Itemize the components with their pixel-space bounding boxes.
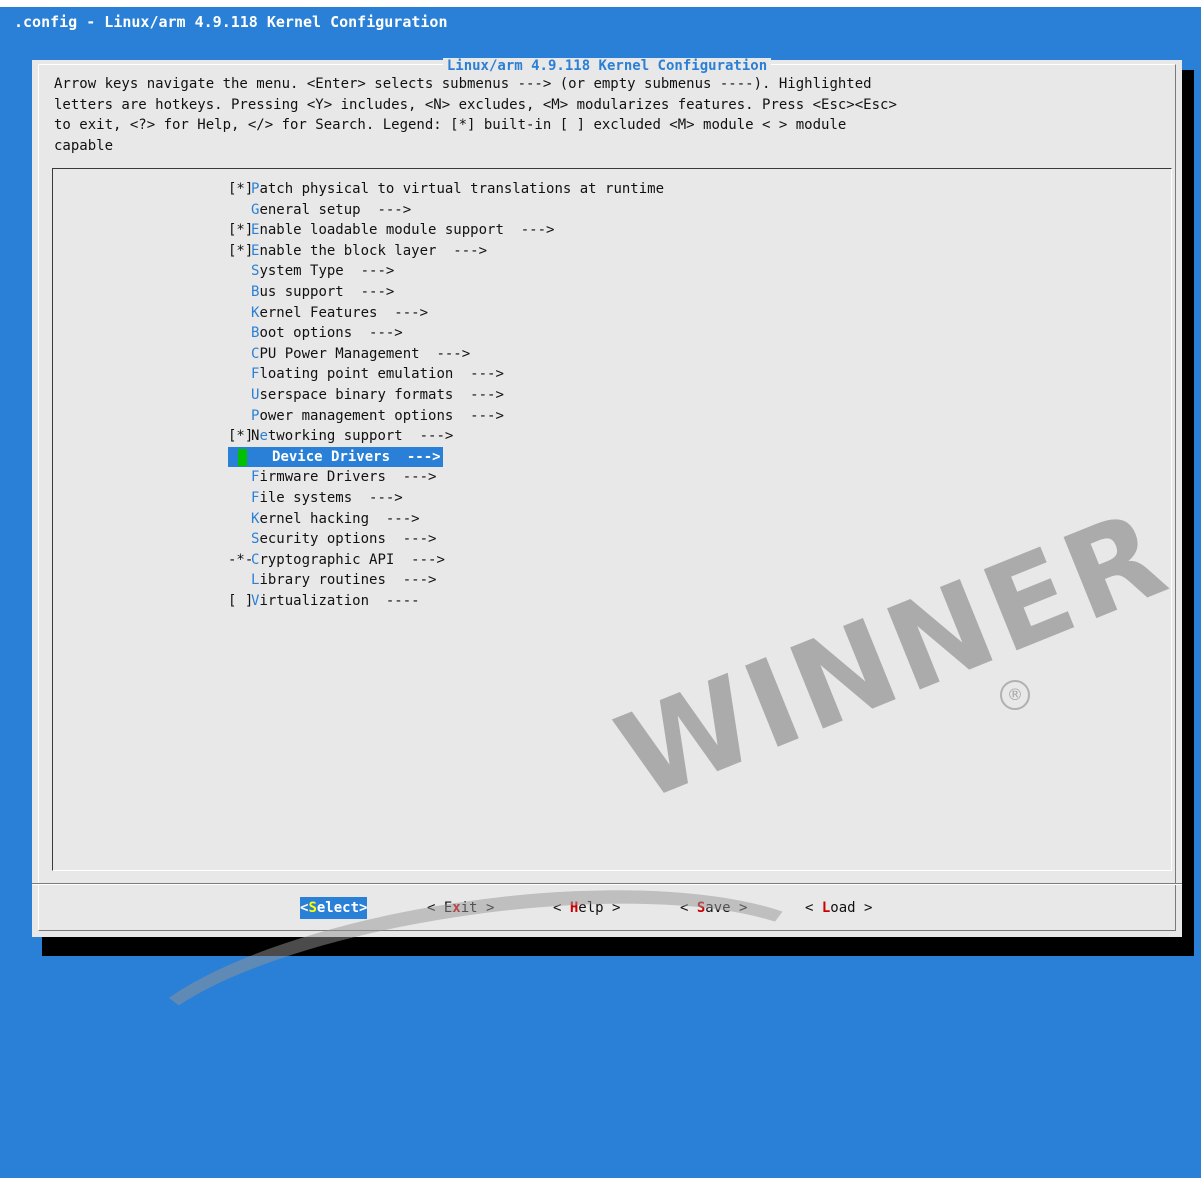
button-hotkey: S — [308, 900, 317, 916]
menu-item-text: loating point emulation ---> — [259, 366, 504, 383]
window-title: .config - Linux/arm 4.9.118 Kernel Confi… — [0, 7, 1201, 39]
menu-item-label: System Type ---> — [249, 261, 396, 282]
button-separator — [32, 883, 1182, 885]
menu-item[interactable]: [*] Enable the block layer ---> — [53, 241, 1171, 262]
menu-item-label: File systems ---> — [249, 488, 405, 509]
menu-item-text: ile systems ---> — [259, 489, 403, 506]
menu-item[interactable]: File systems ---> — [53, 488, 1171, 509]
menu-list: [*] Patch physical to virtual translation… — [53, 179, 1171, 611]
menu-item-label: Bus support ---> — [249, 282, 396, 303]
menu-item-label: Virtualization ---- — [249, 591, 422, 612]
watermark-registered-mark: ® — [1000, 680, 1030, 710]
menu-item[interactable]: [*] Enable loadable module support ---> — [53, 220, 1171, 241]
menu-item[interactable]: Bus support ---> — [53, 282, 1171, 303]
menu-item-text: ryptographic API ---> — [259, 551, 445, 568]
dialog-title: Linux/arm 4.9.118 Kernel Configuration — [39, 58, 1175, 74]
menu-item[interactable]: Security options ---> — [53, 529, 1171, 550]
menu-item[interactable]: Device Drivers ---> — [53, 446, 1171, 468]
menu-item[interactable]: Library routines ---> — [53, 570, 1171, 591]
menu-item-text: us support ---> — [259, 283, 395, 300]
menu-item-label: Enable the block layer ---> — [249, 241, 489, 262]
menu-item-text: ecurity options ---> — [259, 531, 437, 548]
button-text: oad > — [830, 900, 873, 916]
menu-item[interactable]: [*] Networking support ---> — [53, 426, 1171, 447]
menu-item-label: CPU Power Management ---> — [249, 344, 472, 365]
menu-box[interactable]: [*] Patch physical to virtual translation… — [52, 168, 1172, 871]
cursor-block — [238, 448, 247, 466]
menu-item[interactable]: System Type ---> — [53, 261, 1171, 282]
menu-item[interactable]: -*- Cryptographic API ---> — [53, 550, 1171, 571]
menu-item-text: nable loadable module support ---> — [259, 222, 555, 239]
menu-item[interactable]: Kernel Features ---> — [53, 303, 1171, 324]
select-button[interactable]: <Select> — [300, 897, 368, 919]
menu-item-label: Userspace binary formats ---> — [249, 385, 506, 406]
menu-item-text: ernel Features ---> — [259, 304, 429, 321]
help-line: capable — [54, 137, 114, 154]
menu-item-label: Cryptographic API ---> — [249, 550, 447, 571]
menu-item-label: Security options ---> — [249, 529, 438, 550]
menu-item-label: Device Drivers ---> — [268, 446, 443, 468]
menu-item-text: irmware Drivers ---> — [259, 469, 437, 486]
menu-item[interactable]: [*] Patch physical to virtual translation… — [53, 179, 1171, 200]
menu-item-text: ower management options ---> — [259, 407, 504, 424]
menu-item-label: Patch physical to virtual translations a… — [249, 179, 666, 200]
menu-item-label: Power management options ---> — [249, 406, 506, 427]
menu-item-text: irtualization ---- — [259, 592, 420, 609]
menu-item-hotkey: e — [259, 428, 268, 445]
menu-item-label: Kernel hacking ---> — [249, 509, 422, 530]
menu-item-label: Boot options ---> — [249, 323, 405, 344]
menu-item-text: eneral setup ---> — [259, 201, 412, 218]
kconfig-dialog: Linux/arm 4.9.118 Kernel Configuration A… — [32, 58, 1182, 937]
menu-item[interactable]: Floating point emulation ---> — [53, 364, 1171, 385]
menu-item[interactable]: General setup ---> — [53, 200, 1171, 221]
help-line: letters are hotkeys. Pressing <Y> includ… — [54, 96, 897, 113]
help-line: to exit, <?> for Help, </> for Search. L… — [54, 117, 847, 133]
button-text: < — [805, 900, 822, 916]
menu-item[interactable]: Firmware Drivers ---> — [53, 467, 1171, 488]
menu-item-label: Enable loadable module support ---> — [249, 220, 556, 241]
menu-item-label: Library routines ---> — [249, 570, 438, 591]
menu-item[interactable]: [ ] Virtualization ---- — [53, 591, 1171, 612]
button-text: elect> — [316, 900, 368, 916]
menu-item-text: tworking support ---> — [267, 428, 454, 445]
menu-item[interactable]: CPU Power Management ---> — [53, 344, 1171, 365]
selection-highlight — [228, 446, 268, 468]
menu-item[interactable]: Power management options ---> — [53, 406, 1171, 427]
menu-item[interactable]: Kernel hacking ---> — [53, 509, 1171, 530]
menu-item-text: PU Power Management ---> — [259, 345, 471, 362]
screen-top-edge — [0, 0, 1201, 7]
menu-item-text: serspace binary formats ---> — [259, 386, 504, 403]
menu-item-label: Networking support ---> — [249, 426, 455, 447]
menu-item[interactable]: Userspace binary formats ---> — [53, 385, 1171, 406]
menu-item[interactable]: Boot options ---> — [53, 323, 1171, 344]
help-text: Arrow keys navigate the menu. <Enter> se… — [54, 74, 1164, 156]
menu-item-text: ibrary routines ---> — [259, 572, 437, 589]
menu-item-text: evice Drivers ---> — [280, 448, 441, 465]
help-line: Arrow keys navigate the menu. <Enter> se… — [54, 76, 872, 92]
menu-item-text: ystem Type ---> — [259, 263, 395, 280]
menu-item-label: Kernel Features ---> — [249, 303, 430, 324]
menu-item-text: oot options ---> — [259, 325, 403, 342]
dialog-title-text: Linux/arm 4.9.118 Kernel Configuration — [442, 58, 772, 74]
menu-item-label: General setup ---> — [249, 200, 413, 221]
menu-item-text: atch physical to virtual translations at… — [259, 181, 665, 197]
menu-item-label: Floating point emulation ---> — [249, 364, 506, 385]
menu-item-text: nable the block layer ---> — [259, 242, 488, 259]
menu-item-text: ernel hacking ---> — [259, 510, 420, 527]
menu-item-label: Firmware Drivers ---> — [249, 467, 438, 488]
load-button[interactable]: < Load > — [805, 897, 872, 919]
